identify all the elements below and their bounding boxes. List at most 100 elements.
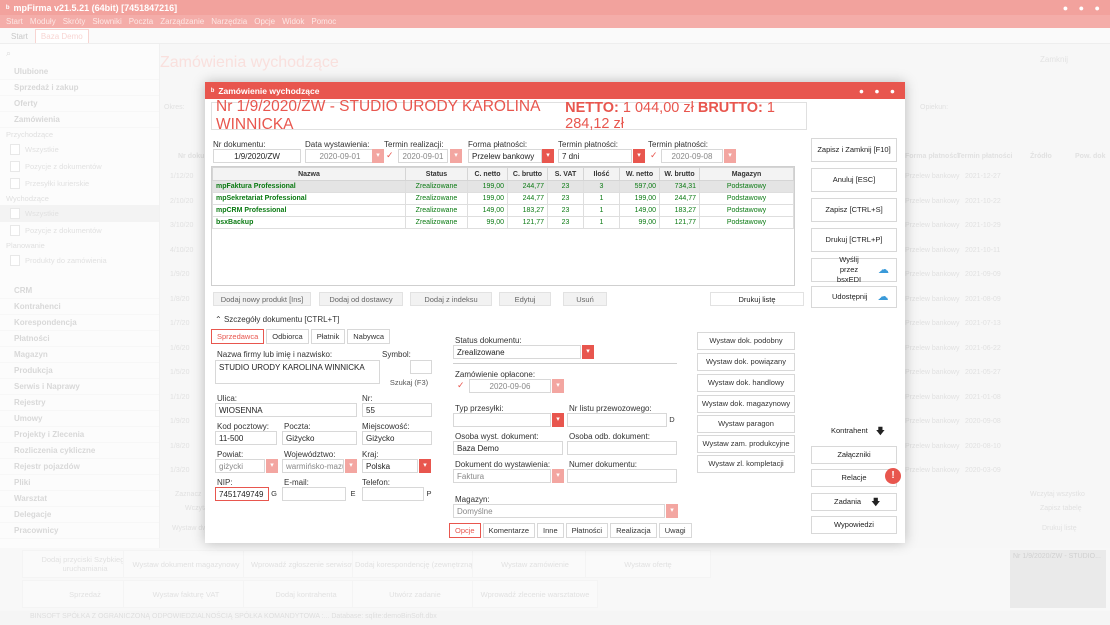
share-button[interactable]: Udostępnij ☁ <box>811 286 897 308</box>
column-header[interactable]: C. brutto <box>507 167 548 181</box>
tasks-button[interactable]: Zadania 🡇 <box>811 493 897 511</box>
payment-date-dropdown[interactable]: ▾ <box>724 149 736 163</box>
tracking-field[interactable] <box>567 413 667 427</box>
tab-platnik[interactable]: Płatnik <box>310 329 346 344</box>
tab-nabywca[interactable]: Nabywca <box>347 329 391 344</box>
tab-sprzedawca[interactable]: Sprzedawca <box>211 329 265 344</box>
attachments-button[interactable]: Załączniki <box>811 446 897 464</box>
house-number-field[interactable]: 55 <box>362 403 432 417</box>
payment-form-dropdown[interactable]: ▾ <box>542 149 554 163</box>
send-edi-button[interactable]: Wyślij przez bsxEDI ☁ <box>811 255 897 284</box>
post-office-field[interactable]: Giżycko <box>282 431 357 445</box>
payment-date-checkbox-icon[interactable]: ✓ <box>650 150 658 161</box>
search-button[interactable]: Szukaj (F3) <box>384 376 434 389</box>
doc-status-select[interactable]: Zrealizowane <box>453 345 581 359</box>
county-field[interactable]: giżycki <box>215 459 265 473</box>
payment-term-dropdown[interactable]: ▾ <box>633 149 645 163</box>
table-row[interactable]: mpCRM Professional Zrealizowane 149,00 1… <box>212 204 794 217</box>
relations-button[interactable]: Relacje <box>811 469 897 487</box>
paid-date-dropdown[interactable]: ▾ <box>552 379 564 393</box>
picking-order-button[interactable]: Wystaw zl. kompletacji <box>697 455 795 473</box>
province-dropdown[interactable]: ▾ <box>345 459 357 473</box>
phone-button[interactable]: P <box>424 487 434 501</box>
table-row[interactable]: bsxBackup Zrealizowane 99,00 121,77 23 1… <box>212 216 794 229</box>
tab-uwagi[interactable]: Uwagi <box>658 523 692 538</box>
tab-realizacja[interactable]: Realizacja <box>610 523 657 538</box>
add-from-supplier-button[interactable]: Dodaj od dostawcy <box>319 292 403 306</box>
column-header[interactable]: Status <box>405 167 468 181</box>
save-button[interactable]: Zapisz [CTRL+S] <box>811 198 897 222</box>
doc-number-field[interactable]: 1/9/2020/ZW <box>213 149 301 163</box>
column-header[interactable]: W. brutto <box>659 167 700 181</box>
edit-button[interactable]: Edytuj <box>499 292 551 306</box>
city-field[interactable]: Giżycko <box>362 431 432 445</box>
gus-lookup-button[interactable]: G <box>269 487 279 501</box>
column-header[interactable]: Ilość <box>583 167 620 181</box>
tab-odbiorca[interactable]: Odbiorca <box>266 329 309 344</box>
tab-opcje[interactable]: Opcje <box>449 523 481 538</box>
company-name-field[interactable]: STUDIO URODY KAROLINA WINNICKA <box>215 360 380 384</box>
column-header[interactable]: C. netto <box>467 167 508 181</box>
target-doc-dropdown[interactable]: ▾ <box>552 469 564 483</box>
delete-button[interactable]: Usuń <box>563 292 607 306</box>
table-cell: 597,00 <box>619 180 660 193</box>
similar-doc-button[interactable]: Wystaw dok. podobny <box>697 332 795 350</box>
cancel-button[interactable]: Anuluj [ESC] <box>811 168 897 192</box>
realization-checkbox-icon[interactable]: ✓ <box>386 150 394 161</box>
print-button[interactable]: Drukuj [CTRL+P] <box>811 228 897 252</box>
add-product-button[interactable]: Dodaj nowy produkt [Ins] <box>213 292 311 306</box>
payment-form-select[interactable]: Przelew bankowy <box>468 149 542 163</box>
tracking-button[interactable]: D <box>667 413 677 427</box>
email-field[interactable] <box>282 487 346 501</box>
receipt-button[interactable]: Wystaw paragon <box>697 415 795 433</box>
doc-number2-field[interactable] <box>567 469 677 483</box>
issue-date-dropdown[interactable]: ▾ <box>372 149 384 163</box>
issue-date-field[interactable]: 2020-09-01 <box>305 149 375 163</box>
statements-button[interactable]: Wypowiedzi <box>811 516 897 534</box>
paid-checkbox-icon[interactable]: ✓ <box>457 380 465 391</box>
table-cell: Podstawowy <box>699 204 794 217</box>
warehouse-doc-button[interactable]: Wystaw dok. magazynowy <box>697 395 795 413</box>
print-items-button[interactable]: Drukuj listę <box>710 292 804 306</box>
tab-platnosci[interactable]: Płatności <box>565 523 609 538</box>
trade-doc-button[interactable]: Wystaw dok. handlowy <box>697 374 795 392</box>
details-toggle[interactable]: ⌃ Szczegóły dokumentu [CTRL+T] <box>215 315 339 324</box>
dialog-menu-icon[interactable]: ● ● ● <box>859 86 899 96</box>
payment-term-select[interactable]: 7 dni <box>558 149 632 163</box>
payment-date-field[interactable]: 2020-09-08 <box>661 149 723 163</box>
target-doc-select[interactable]: Faktura <box>453 469 551 483</box>
warehouse-dropdown[interactable]: ▾ <box>666 504 678 518</box>
receiver-field[interactable] <box>567 441 677 455</box>
street-field[interactable]: WIOSENNA <box>215 403 357 417</box>
save-close-button[interactable]: Zapisz i Zamknij [F10] <box>811 138 897 162</box>
country-dropdown[interactable]: ▾ <box>419 459 431 473</box>
tab-inne[interactable]: Inne <box>537 523 564 538</box>
warehouse-select[interactable]: Domyślne <box>453 504 665 518</box>
realization-date-field[interactable]: 2020-09-01 <box>398 149 448 163</box>
doc-status-dropdown[interactable]: ▾ <box>582 345 594 359</box>
county-dropdown[interactable]: ▾ <box>266 459 278 473</box>
phone-field[interactable] <box>362 487 424 501</box>
paid-date-field[interactable]: 2020-09-06 <box>469 379 551 393</box>
issuer-field[interactable]: Baza Demo <box>453 441 563 455</box>
province-field[interactable]: warmińsko-mazu <box>282 459 344 473</box>
table-row[interactable]: mpSekretariat Professional Zrealizowane … <box>212 192 794 205</box>
country-field[interactable]: Polska <box>362 459 418 473</box>
nip-field[interactable]: 7451749749 <box>215 487 269 501</box>
postal-code-field[interactable]: 11-500 <box>215 431 277 445</box>
production-order-button[interactable]: Wystaw zam. produkcyjne <box>697 435 795 453</box>
column-header[interactable]: Magazyn <box>699 167 794 181</box>
table-row[interactable]: mpFaktura Professional Zrealizowane 199,… <box>212 180 794 193</box>
shipment-type-dropdown[interactable]: ▾ <box>552 413 564 427</box>
add-from-index-button[interactable]: Dodaj z indeksu <box>410 292 492 306</box>
column-header[interactable]: S. VAT <box>547 167 584 181</box>
column-header[interactable]: Nazwa <box>212 167 406 181</box>
tab-komentarze[interactable]: Komentarze <box>482 523 536 538</box>
shipment-type-select[interactable] <box>453 413 551 427</box>
column-header[interactable]: W. netto <box>619 167 660 181</box>
email-button[interactable]: E <box>348 487 358 501</box>
related-doc-button[interactable]: Wystaw dok. powiązany <box>697 353 795 371</box>
contractor-button[interactable]: Kontrahent 🡇 <box>811 422 897 440</box>
symbol-field[interactable] <box>410 360 432 374</box>
realization-date-dropdown[interactable]: ▾ <box>450 149 462 163</box>
